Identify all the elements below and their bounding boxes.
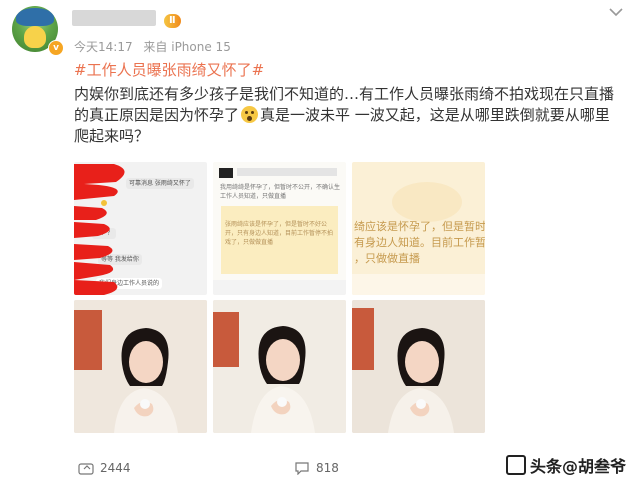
- image3-note-line-2: 有身边人知道。目前工作暂: [354, 236, 485, 249]
- image3-note-line-1: 绮应该是怀孕了，但是暂时不: [354, 220, 485, 233]
- image2-top-text: 我用绮绮是怀孕了，但暂时不公开，不确认生工作人员知道，只做直播: [220, 184, 341, 200]
- image-chat-screenshot[interactable]: 可靠消息 张雨绮又怀了 ？？？ 等等 我发给你 我们身边工作人员说的: [74, 162, 207, 295]
- image2-redaction-block: [219, 168, 233, 178]
- image3-note-line-3: ，只做做直播: [354, 252, 420, 265]
- chevron-down-icon[interactable]: [606, 4, 626, 20]
- post-source: 来自 iPhone 15: [143, 40, 231, 54]
- topic-hashtag-link[interactable]: #工作人员曝张雨绮又怀了#: [74, 59, 264, 80]
- image2-blur-line: [237, 168, 337, 176]
- image2-note-text: 张雨绮应该是怀孕了，但是暂时不好公开，只有身边人知道，目前工作暂停不拍戏了，只做…: [225, 221, 334, 246]
- comment-count: 818: [316, 461, 339, 475]
- comment-icon: [295, 462, 309, 475]
- share-button[interactable]: 2444: [78, 461, 131, 475]
- image-note-closeup[interactable]: 绮应该是怀孕了，但是暂时不 有身边人知道。目前工作暂 ，只做做直播: [352, 162, 485, 295]
- image3-watermark-blob: [392, 182, 462, 222]
- watermark-text: 头条@胡叁爷: [529, 457, 626, 476]
- post-time: 今天14:17: [74, 40, 133, 54]
- portrait-illustration-2: [213, 300, 346, 433]
- portrait-illustration-1: [74, 300, 207, 433]
- image-portrait-1[interactable]: [74, 300, 207, 433]
- post-meta: 今天14:17 来自 iPhone 15: [74, 38, 238, 55]
- image2-note-paper: 张雨绮应该是怀孕了，但是暂时不好公开，只有身边人知道，目前工作暂停不拍戏了，只做…: [221, 206, 338, 274]
- image2-bottom-bar: [213, 280, 346, 295]
- source-watermark: 头条@胡叁爷: [505, 453, 626, 477]
- post-text: 内娱你到底还有多少孩子是我们不知道的…有工作人员曝张雨绮不拍戏现在只直播的真正原…: [74, 84, 622, 147]
- share-count: 2444: [100, 461, 131, 475]
- verified-badge-icon: v: [48, 40, 64, 56]
- comment-button[interactable]: 818: [294, 461, 339, 475]
- level-badge: Ⅱ: [164, 14, 181, 28]
- toutiao-logo-icon: [505, 455, 526, 475]
- username-blurred[interactable]: [72, 10, 156, 26]
- avatar-face: [24, 26, 46, 48]
- shocked-emoji-icon: [241, 106, 259, 123]
- image-portrait-3[interactable]: [352, 300, 485, 433]
- portrait-illustration-3: [352, 300, 485, 433]
- avatar-hat: [16, 8, 54, 26]
- image-message-note[interactable]: 我用绮绮是怀孕了，但暂时不公开，不确认生工作人员知道，只做直播 张雨绮应该是怀孕…: [213, 162, 346, 295]
- red-redaction-scribble: [74, 164, 125, 295]
- image-portrait-2[interactable]: [213, 300, 346, 433]
- image3-bottom-bar: [352, 274, 485, 295]
- share-icon: [78, 463, 94, 475]
